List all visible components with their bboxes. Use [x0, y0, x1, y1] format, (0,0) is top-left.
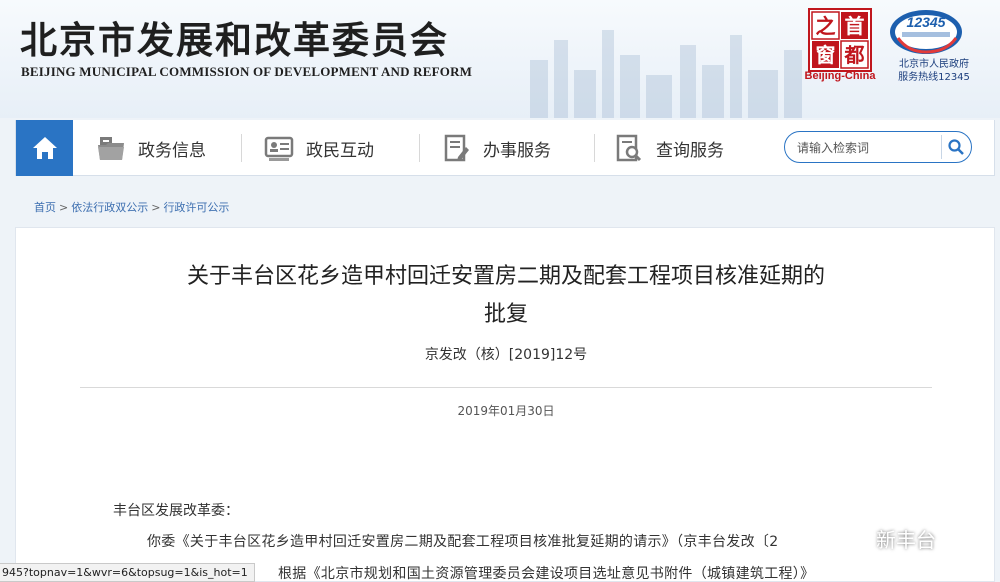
search-box: [784, 131, 972, 163]
svg-text:首: 首: [845, 14, 865, 38]
city-skyline-graphic: [530, 30, 802, 118]
seal-caption: Beijing-China: [804, 70, 876, 82]
article-title-line2: 批复: [483, 302, 528, 327]
hotline-12345-logo[interactable]: 12345: [888, 8, 964, 62]
nav-item-services[interactable]: 办事服务: [441, 120, 551, 176]
capital-window-seal-logo[interactable]: 之 首 窗 都: [808, 8, 872, 72]
search-document-icon: [616, 134, 642, 162]
home-icon: [32, 137, 57, 159]
title-divider: [80, 387, 932, 388]
nav-divider: [594, 134, 595, 162]
site-title: 北京市发展和改革委员会: [20, 18, 449, 62]
nav-label: 政务信息: [138, 140, 206, 161]
search-input[interactable]: [797, 138, 937, 158]
breadcrumb-separator: >: [59, 201, 69, 214]
search-button[interactable]: [941, 135, 969, 159]
site-header: 北京市发展和改革委员会 BEIJING MUNICIPAL COMMISSION…: [0, 0, 1000, 118]
watermark-text: 新丰台: [876, 528, 936, 552]
home-button[interactable]: [16, 120, 73, 176]
magnifier-icon: [947, 139, 964, 155]
main-navigation: 政务信息 政民互动 办事服务 查询服务: [15, 120, 995, 176]
hotline-number: 12345: [907, 14, 946, 30]
nav-label: 查询服务: [656, 140, 724, 161]
svg-text:都: 都: [844, 43, 865, 67]
publish-date: 2019年01月30日: [457, 404, 555, 418]
article-title-line1: 关于丰台区花乡造甲村回迁安置房二期及配套工程项目核准延期的: [186, 264, 825, 289]
article-title: 关于丰台区花乡造甲村回迁安置房二期及配套工程项目核准延期的 批复: [16, 258, 996, 334]
breadcrumb-admin-disclosure[interactable]: 依法行政双公示: [71, 201, 148, 214]
breadcrumb: 首页 > 依法行政双公示 > 行政许可公示: [34, 199, 229, 215]
folder-icon: [98, 137, 124, 160]
svg-text:窗: 窗: [816, 43, 836, 67]
status-bar-url: 945?topnav=1&wvr=6&topsug=1&is_hot=1: [0, 563, 255, 582]
document-edit-icon: [444, 134, 469, 162]
site-title-english: BEIJING MUNICIPAL COMMISSION OF DEVELOPM…: [21, 64, 473, 79]
breadcrumb-home[interactable]: 首页: [34, 201, 56, 214]
watermark: 新丰台: [846, 524, 936, 553]
wechat-icon: [846, 528, 871, 548]
nav-label: 办事服务: [483, 140, 551, 161]
hotline-caption-line2: 服务热线12345: [898, 72, 970, 83]
nav-divider: [419, 134, 420, 162]
nav-label: 政民互动: [306, 140, 374, 161]
body-paragraph: 你委《关于丰台区花乡造甲村回迁安置房二期及配套工程项目核准批复延期的请示》（京丰…: [147, 534, 779, 550]
nav-divider: [241, 134, 242, 162]
nav-item-citizen-interaction[interactable]: 政民互动: [264, 120, 374, 176]
nav-item-gov-info[interactable]: 政务信息: [96, 120, 206, 176]
hotline-caption: 北京市人民政府 服务热线12345: [894, 58, 974, 84]
hotline-caption-line1: 北京市人民政府: [899, 59, 969, 70]
id-card-icon: [264, 136, 294, 161]
svg-text:之: 之: [816, 14, 836, 38]
nav-item-query[interactable]: 查询服务: [614, 120, 724, 176]
document-number: 京发改（核）[2019]12号: [424, 347, 588, 363]
breadcrumb-separator: >: [151, 201, 161, 214]
breadcrumb-permit-disclosure[interactable]: 行政许可公示: [163, 201, 229, 214]
addressee: 丰台区发展改革委：: [113, 503, 239, 519]
body-paragraph: 根据《北京市规划和国土资源管理委员会建设项目选址意见书附件（城镇建筑工程）》: [278, 566, 815, 582]
